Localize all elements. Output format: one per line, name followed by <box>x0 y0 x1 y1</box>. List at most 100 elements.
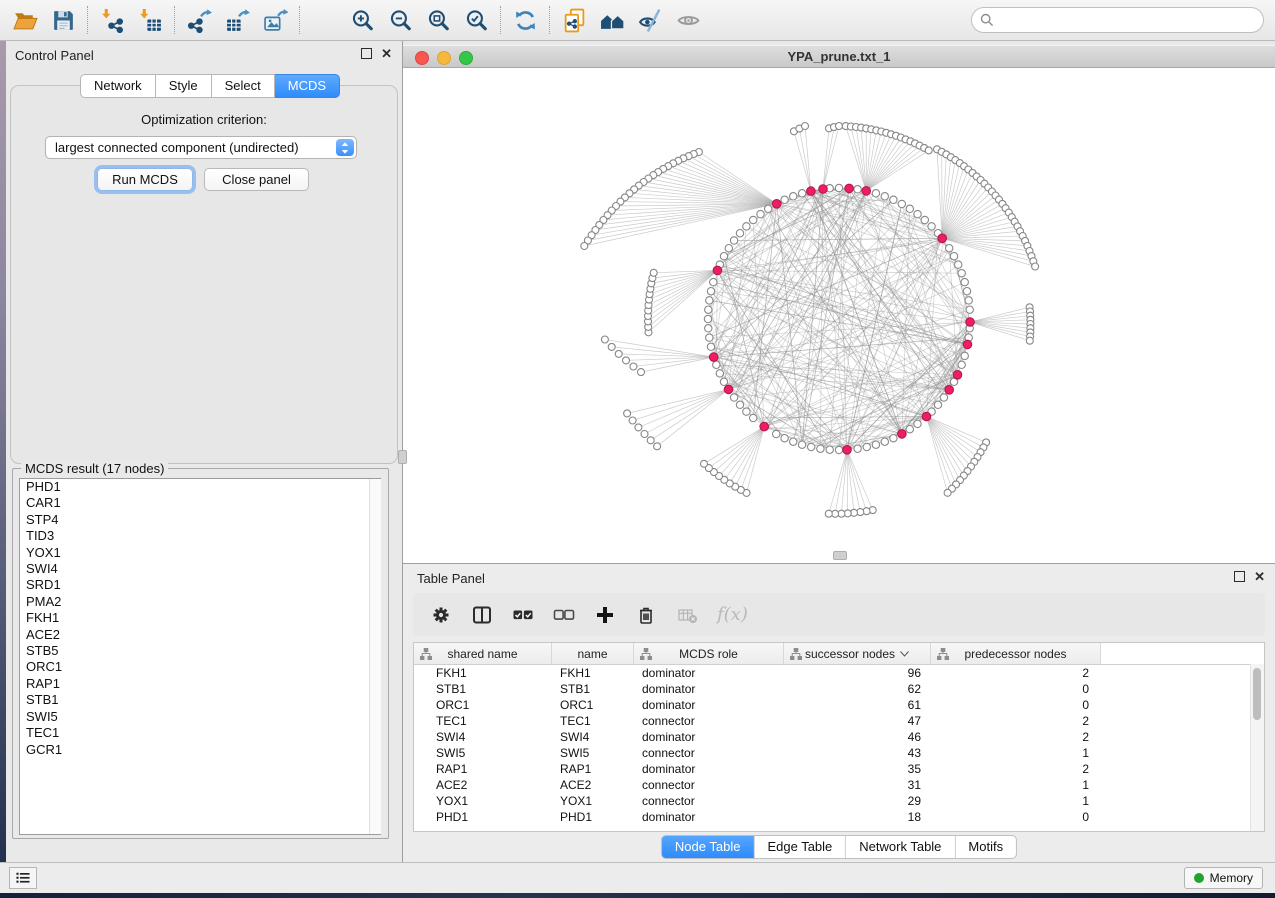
tree-icon <box>420 648 432 660</box>
table-cell: 43 <box>784 746 931 760</box>
memory-label: Memory <box>1210 871 1253 885</box>
table-settings-button[interactable] <box>430 604 452 626</box>
table-row[interactable]: PHD1PHD1dominator180 <box>414 809 1264 825</box>
import-table-button[interactable] <box>131 3 169 37</box>
column-header-shared-name[interactable]: shared name <box>414 643 552 664</box>
function-builder-button[interactable]: f(x) <box>717 604 748 625</box>
export-image-button[interactable] <box>256 3 294 37</box>
close-window-icon[interactable] <box>415 51 429 65</box>
mcds-list-scrollbar[interactable] <box>369 479 381 834</box>
run-mcds-button[interactable]: Run MCDS <box>97 168 193 191</box>
mcds-result-item[interactable]: PMA2 <box>20 594 380 610</box>
memory-button[interactable]: Memory <box>1184 867 1263 889</box>
mcds-result-item[interactable]: CAR1 <box>20 495 380 511</box>
network-title-bar[interactable]: YPA_prune.txt_1 <box>403 45 1275 68</box>
table-row[interactable]: SWI5SWI5connector431 <box>414 745 1264 761</box>
float-panel-icon[interactable] <box>361 48 372 59</box>
vertical-splitter-handle[interactable] <box>398 450 407 464</box>
mcds-result-item[interactable]: ACE2 <box>20 627 380 643</box>
show-hide-details-button[interactable] <box>631 3 669 37</box>
table-cell: 2 <box>931 762 1101 776</box>
zoom-in-button[interactable] <box>343 3 381 37</box>
import-network-button[interactable] <box>93 3 131 37</box>
mcds-result-item[interactable]: STB5 <box>20 643 380 659</box>
deselect-all-button[interactable] <box>553 604 575 626</box>
search-input[interactable] <box>971 7 1264 33</box>
table-cell: 0 <box>931 682 1101 696</box>
zoom-out-button[interactable] <box>381 3 419 37</box>
close-panel-icon[interactable]: ✕ <box>1254 572 1265 581</box>
close-panel-icon[interactable]: ✕ <box>381 49 392 58</box>
save-session-button[interactable] <box>44 3 82 37</box>
zoom-selected-icon <box>464 8 489 33</box>
mcds-result-item[interactable]: RAP1 <box>20 676 380 692</box>
network-canvas[interactable] <box>403 68 1275 563</box>
table-row[interactable]: STB1STB1dominator620 <box>414 681 1264 697</box>
maximize-window-icon[interactable] <box>459 51 473 65</box>
tab-motifs[interactable]: Motifs <box>954 836 1016 858</box>
column-header-predecessor-nodes[interactable]: predecessor nodes <box>931 643 1101 664</box>
delete-table-button[interactable] <box>676 604 698 626</box>
select-all-button[interactable] <box>512 604 534 626</box>
mcds-result-item[interactable]: TID3 <box>20 528 380 544</box>
selected-option: largest connected component (undirected) <box>55 140 299 155</box>
mcds-result-item[interactable]: PHD1 <box>20 479 380 495</box>
close-panel-button[interactable]: Close panel <box>204 168 309 191</box>
scrollbar-thumb[interactable] <box>1253 668 1261 720</box>
table-row[interactable]: TEC1TEC1connector472 <box>414 713 1264 729</box>
home-networks-button[interactable] <box>593 3 631 37</box>
bird-eye-view-button[interactable] <box>669 3 707 37</box>
tab-network-table[interactable]: Network Table <box>845 836 954 858</box>
table-scrollbar[interactable] <box>1250 664 1264 831</box>
mcds-result-item[interactable]: SRD1 <box>20 577 380 593</box>
mcds-result-item[interactable]: SWI5 <box>20 709 380 725</box>
mcds-result-item[interactable]: STP4 <box>20 512 380 528</box>
tab-select[interactable]: Select <box>212 74 275 98</box>
float-panel-icon[interactable] <box>1234 571 1245 582</box>
tab-node-table[interactable]: Node Table <box>662 836 754 858</box>
mcds-result-item[interactable]: SWI4 <box>20 561 380 577</box>
tab-mcds[interactable]: MCDS <box>275 74 340 98</box>
table-row[interactable]: RAP1RAP1dominator352 <box>414 761 1264 777</box>
table-row[interactable]: FKH1FKH1dominator962 <box>414 665 1264 681</box>
eye-slash-icon <box>638 8 663 33</box>
table-row[interactable]: SWI4SWI4dominator462 <box>414 729 1264 745</box>
mcds-result-list[interactable]: PHD1CAR1STP4TID3YOX1SWI4SRD1PMA2FKH1ACE2… <box>19 478 381 835</box>
control-panel-tabs: Network Style Select MCDS <box>80 74 340 96</box>
split-panel-button[interactable] <box>471 604 493 626</box>
plus-icon <box>595 605 615 625</box>
zoom-selected-button[interactable] <box>457 3 495 37</box>
show-task-history-button[interactable] <box>9 867 37 889</box>
zoom-fit-button[interactable] <box>419 3 457 37</box>
export-network-button[interactable] <box>180 3 218 37</box>
table-row[interactable]: YOX1YOX1connector291 <box>414 793 1264 809</box>
table-cell: RAP1 <box>414 762 552 776</box>
mcds-result-item[interactable]: YOX1 <box>20 545 380 561</box>
horizontal-splitter-handle[interactable] <box>833 551 847 560</box>
table-cell: 1 <box>931 794 1101 808</box>
refresh-button[interactable] <box>506 3 544 37</box>
column-header-successor-nodes[interactable]: successor nodes <box>784 643 931 664</box>
delete-column-button[interactable] <box>635 604 657 626</box>
mcds-result-item[interactable]: ORC1 <box>20 659 380 675</box>
open-session-button[interactable] <box>6 3 44 37</box>
network-graph[interactable] <box>403 68 1275 563</box>
export-table-button[interactable] <box>218 3 256 37</box>
mcds-result-item[interactable]: STB1 <box>20 692 380 708</box>
table-row[interactable]: ORC1ORC1dominator610 <box>414 697 1264 713</box>
column-header-name[interactable]: name <box>552 643 634 664</box>
control-panel: Control Panel ✕ Network Style Select MCD… <box>6 41 403 862</box>
tab-edge-table[interactable]: Edge Table <box>753 836 845 858</box>
mcds-result-item[interactable]: TEC1 <box>20 725 380 741</box>
minimize-window-icon[interactable] <box>437 51 451 65</box>
mcds-result-item[interactable]: FKH1 <box>20 610 380 626</box>
clone-network-button[interactable] <box>555 3 593 37</box>
column-header-mcds-role[interactable]: MCDS role <box>634 643 784 664</box>
tab-style[interactable]: Style <box>156 74 212 98</box>
table-row[interactable]: ACE2ACE2connector311 <box>414 777 1264 793</box>
mcds-result-item[interactable]: GCR1 <box>20 742 380 758</box>
table-cell: dominator <box>634 762 784 776</box>
optimization-criterion-select[interactable]: largest connected component (undirected) <box>45 136 357 159</box>
add-column-button[interactable] <box>594 604 616 626</box>
tab-network[interactable]: Network <box>80 74 156 98</box>
